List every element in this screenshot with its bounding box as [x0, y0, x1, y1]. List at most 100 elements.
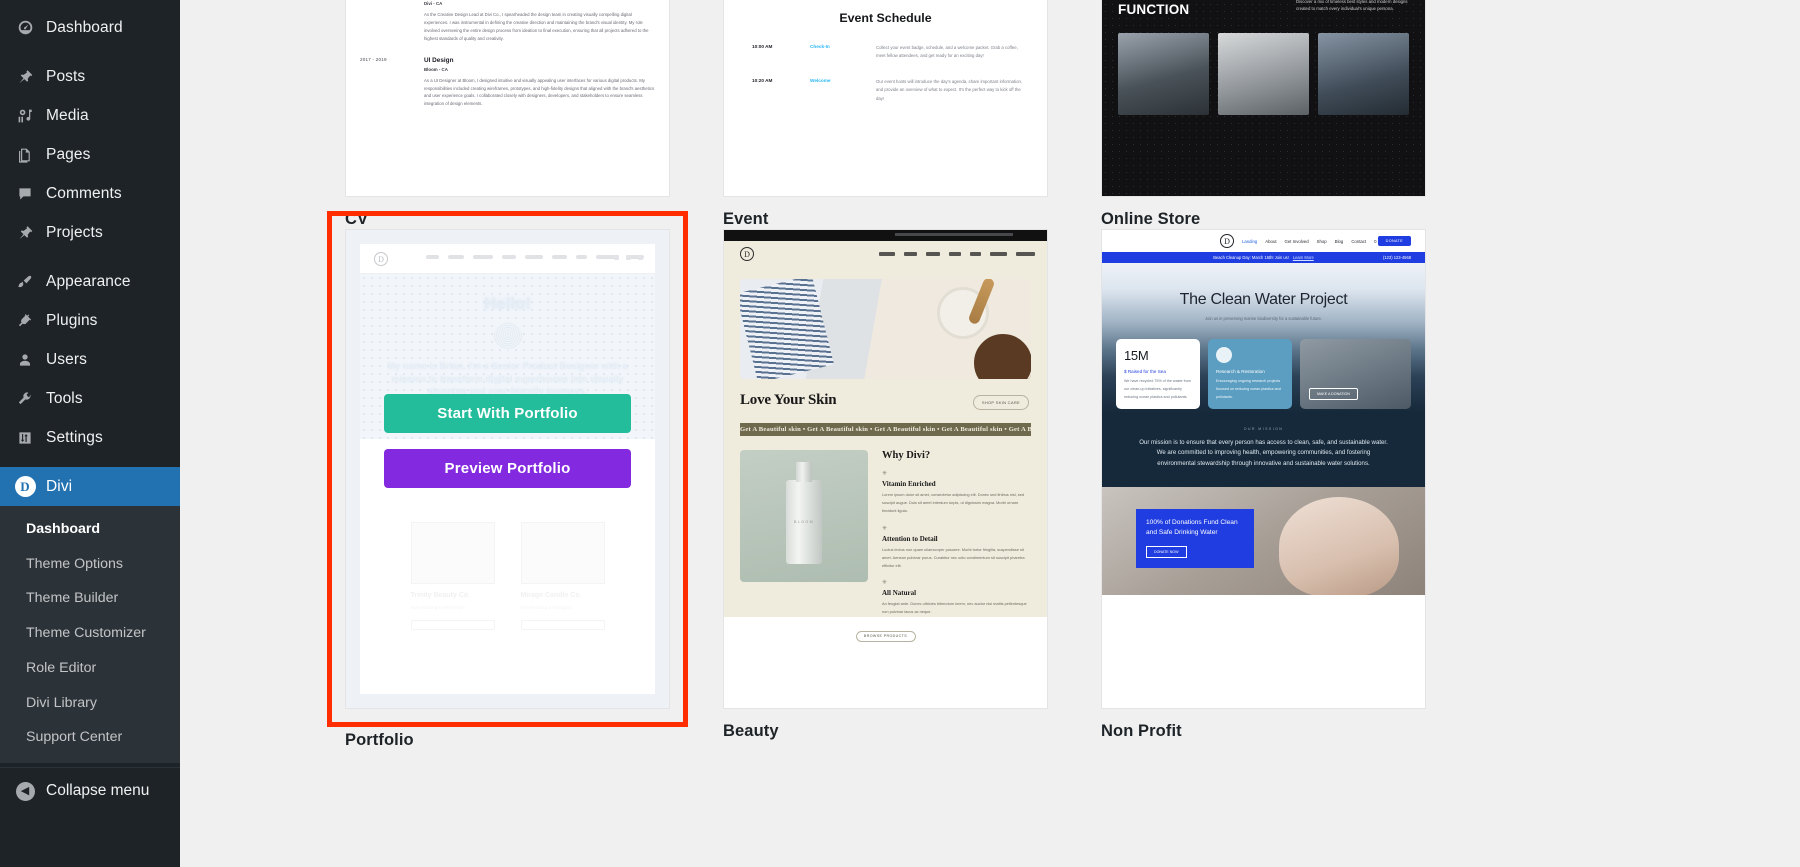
- nav-link[interactable]: Get Involved: [1285, 239, 1309, 244]
- submenu-item-theme-customizer[interactable]: Theme Customizer: [0, 616, 180, 651]
- layout-thumbnail-event[interactable]: VIEW PAST EVENTS Event Schedule 10:00 AM…: [723, 0, 1048, 197]
- submenu-item-theme-builder[interactable]: Theme Builder: [0, 581, 180, 616]
- announcement-phone: (123) 123-4568: [1383, 255, 1411, 260]
- beauty-product-label: BLOOM: [794, 520, 814, 524]
- donate-now-button[interactable]: DONATE NOW: [1146, 546, 1187, 559]
- layout-label-cv: CV: [345, 210, 369, 228]
- portfolio-project-meta: Role Branding & Packaging: [520, 605, 572, 610]
- beauty-topbar: [724, 230, 1047, 241]
- nav-link[interactable]: Landing: [1242, 239, 1257, 244]
- layout-card-beauty[interactable]: D Love Your Skin SHOP SKIN CARE Get A Be…: [723, 229, 1048, 750]
- beauty-why-heading: Why Divi?: [882, 450, 931, 461]
- sidebar-item-label: Pages: [46, 145, 91, 163]
- nav-link[interactable]: Contact: [1351, 239, 1366, 244]
- preview-portfolio-button[interactable]: Preview Portfolio: [384, 449, 631, 488]
- submenu-item-support-center[interactable]: Support Center: [0, 720, 180, 755]
- sidebar-item-settings[interactable]: Settings: [0, 418, 180, 457]
- beauty-navbar: D: [724, 241, 1047, 267]
- sidebar-item-divi[interactable]: D Divi: [0, 467, 188, 506]
- sidebar-item-appearance[interactable]: Appearance: [0, 262, 180, 301]
- asterisk-icon: ✳: [882, 525, 888, 532]
- sidebar-item-plugins[interactable]: Plugins: [0, 301, 180, 340]
- submenu-item-theme-options[interactable]: Theme Options: [0, 547, 180, 582]
- sidebar-item-label: Projects: [46, 223, 103, 241]
- cv-company: Divi - CA: [424, 0, 443, 6]
- plug-icon: [10, 313, 40, 329]
- portfolio-project-button[interactable]: [410, 620, 495, 631]
- beauty-browse-products-button[interactable]: BROWSE PRODUCTS: [855, 630, 916, 642]
- stat-title: $ Raised for the Sea: [1124, 369, 1166, 374]
- submenu-item-dashboard[interactable]: Dashboard: [0, 512, 180, 547]
- portfolio-navbar: D: [360, 244, 655, 274]
- event-schedule-list: 10:00 AM Check-In Collect your event bad…: [752, 35, 1025, 112]
- event-name: Check-In: [810, 44, 830, 49]
- layout-thumbnail-online-store[interactable]: BLACK SUNGLASSES ★★★★★ $30.00 CLASSIC WA…: [1101, 0, 1426, 197]
- nav-link[interactable]: About: [1265, 239, 1276, 244]
- sidebar-item-label: Media: [46, 106, 89, 124]
- submenu-item-divi-library[interactable]: Divi Library: [0, 686, 180, 721]
- sidebar-item-projects[interactable]: Projects: [0, 213, 180, 252]
- sidebar-item-dashboard[interactable]: Dashboard: [0, 8, 180, 47]
- sidebar-item-tools[interactable]: Tools: [0, 379, 180, 418]
- sidebar-item-comments[interactable]: Comments: [0, 174, 180, 213]
- layout-card-cv[interactable]: 2020 - 2023 Associate Design Director Mo…: [345, 0, 670, 229]
- sidebar-item-pages[interactable]: Pages: [0, 135, 180, 174]
- portfolio-action-buttons: Start With Portfolio Preview Portfolio: [384, 394, 631, 504]
- beauty-feature-text: An feugiat ante. Donec ultricies bibendu…: [882, 601, 1027, 615]
- nonprofit-stat-card: 15M $ Raised for the Sea We have recycle…: [1116, 339, 1200, 410]
- menu-separator: [0, 457, 180, 467]
- nav-link[interactable]: Shop: [1317, 239, 1327, 244]
- portfolio-hero-title: Hello!: [483, 294, 532, 313]
- nav-link[interactable]: Blog: [1335, 239, 1344, 244]
- collapse-menu-button[interactable]: ◀ Collapse menu: [0, 768, 180, 814]
- sidebar-item-label: Plugins: [46, 311, 98, 329]
- hands-water-image: [1279, 497, 1399, 596]
- portfolio-project-meta: Role Branding & Web Design: [410, 605, 465, 610]
- main-content: 2020 - 2023 Associate Design Director Mo…: [180, 0, 1800, 867]
- layout-thumbnail-cv[interactable]: 2020 - 2023 Associate Design Director Mo…: [345, 0, 670, 197]
- layout-thumbnail-beauty[interactable]: D Love Your Skin SHOP SKIN CARE Get A Be…: [723, 229, 1048, 709]
- sidebar-item-users[interactable]: Users: [0, 340, 180, 379]
- mission-label: OUR MISSION: [1243, 427, 1284, 431]
- beauty-feature-text: Luctus lectus non quam ullamcorper posue…: [882, 546, 1025, 569]
- portfolio-nav-icons: [614, 255, 643, 260]
- layout-card-online-store[interactable]: BLACK SUNGLASSES ★★★★★ $30.00 CLASSIC WA…: [1101, 0, 1426, 229]
- beauty-nav-links: [879, 252, 1035, 256]
- submenu-item-role-editor[interactable]: Role Editor: [0, 651, 180, 686]
- divi-logo-icon: D: [10, 476, 40, 497]
- beauty-feature-title: Vitamin Enriched: [882, 480, 936, 488]
- portfolio-project-button[interactable]: [520, 620, 605, 631]
- nonprofit-donate-button[interactable]: DONATE: [1377, 236, 1411, 246]
- sidebar-item-label: Settings: [46, 428, 103, 446]
- share-icon: [638, 255, 643, 260]
- portfolio-project: Trinity Beauty Co. Role Branding & Web D…: [410, 522, 495, 631]
- chocolate-bowl-image: [969, 329, 1031, 379]
- divi-badge-label: D: [14, 476, 36, 497]
- beauty-shop-button[interactable]: SHOP SKIN CARE: [972, 395, 1029, 410]
- store-gallery-image: [1118, 33, 1209, 116]
- layout-card-portfolio[interactable]: D Hello! My name is Brian. I'm a Senior …: [327, 211, 688, 750]
- layout-card-event[interactable]: VIEW PAST EVENTS Event Schedule 10:00 AM…: [723, 0, 1048, 229]
- sidebar-item-posts[interactable]: Posts: [0, 57, 180, 96]
- portfolio-hero-text: My name is Brian. I'm a Senior Product D…: [387, 361, 628, 397]
- layout-card-non-profit[interactable]: D Landing About Get Involved Shop Blog C…: [1101, 229, 1426, 750]
- layout-thumbnail-non-profit[interactable]: D Landing About Get Involved Shop Blog C…: [1101, 229, 1426, 709]
- beauty-feature-text: Lorem ipsum dolor sit amet, consectetur …: [882, 492, 1025, 514]
- event-preview: VIEW PAST EVENTS Event Schedule 10:00 AM…: [724, 0, 1047, 196]
- nonprofit-stat-cards: 15M $ Raised for the Sea We have recycle…: [1116, 339, 1411, 410]
- divi-logo-icon: D: [1220, 234, 1234, 248]
- cv-preview: 2020 - 2023 Associate Design Director Mo…: [346, 0, 669, 196]
- start-with-portfolio-button[interactable]: Start With Portfolio: [384, 394, 631, 433]
- beauty-ticker: Get A Beautiful skin • Get A Beautiful s…: [740, 423, 1031, 436]
- layout-label-online-store: Online Store: [1101, 210, 1201, 228]
- announcement-link[interactable]: Learn More: [1293, 255, 1314, 260]
- mission-text: Our mission is to ensure that every pers…: [1139, 439, 1388, 467]
- collapse-menu-wrapper: ◀ Collapse menu: [0, 767, 180, 814]
- nonprofit-nav-links: Landing About Get Involved Shop Blog Con…: [1242, 239, 1388, 244]
- layout-thumbnail-portfolio[interactable]: D Hello! My name is Brian. I'm a Senior …: [345, 229, 670, 709]
- make-a-donation-button[interactable]: MAKE A DONATION: [1309, 388, 1358, 401]
- event-time: 10:20 AM: [752, 78, 773, 84]
- cv-entry: 2019 - 2020 Creative Design Lead Divi - …: [360, 0, 655, 43]
- dashboard-icon: [10, 19, 40, 36]
- sidebar-item-media[interactable]: Media: [0, 96, 180, 135]
